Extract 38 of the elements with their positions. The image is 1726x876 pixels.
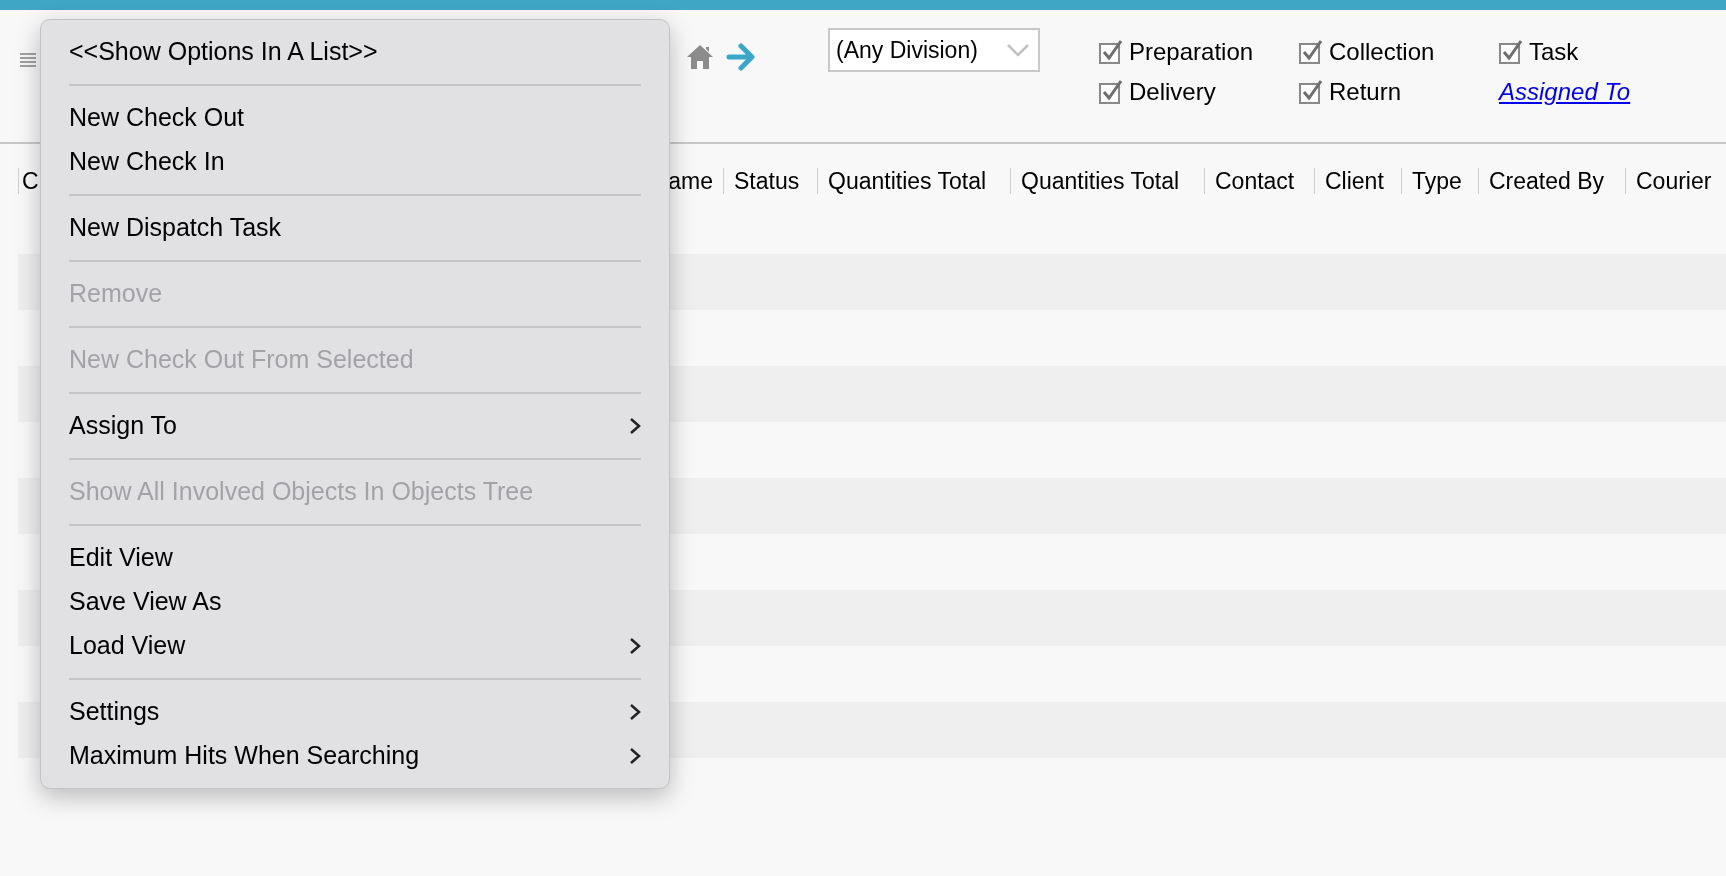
filter-label: Return <box>1329 77 1402 107</box>
menu-item[interactable]: Save View As <box>69 580 641 624</box>
filter-label: Delivery <box>1129 77 1216 107</box>
menu-item[interactable]: New Check In <box>69 140 641 184</box>
menu-item[interactable]: Edit View <box>69 536 641 580</box>
checkbox[interactable] <box>1099 80 1123 104</box>
menu-item[interactable]: <<Show Options In A List>> <box>69 30 641 74</box>
chevron-right-icon <box>629 703 641 721</box>
column-header[interactable]: Created By <box>1478 168 1625 194</box>
filter-label: Collection <box>1329 37 1435 67</box>
home-icon[interactable] <box>686 44 714 70</box>
column-header[interactable]: Courier <box>1625 168 1725 194</box>
menu-item[interactable]: New Dispatch Task <box>69 206 641 250</box>
column-header[interactable]: Quantities Total <box>817 168 1010 194</box>
menu-item[interactable]: Settings <box>69 690 641 734</box>
checkbox[interactable] <box>1299 80 1323 104</box>
filter-label: Preparation <box>1129 37 1254 67</box>
division-select[interactable]: (Any Division) <box>828 28 1040 72</box>
column-header[interactable]: Quantities Total <box>1010 168 1204 194</box>
chevron-right-icon <box>629 637 641 655</box>
menu-icon[interactable] <box>20 52 36 68</box>
chevron-right-icon <box>629 417 641 435</box>
menu-item[interactable]: New Check Out <box>69 96 641 140</box>
checkbox[interactable] <box>1299 40 1323 64</box>
column-header[interactable]: Contact <box>1204 168 1314 194</box>
chevron-right-icon <box>629 747 641 765</box>
menu-item[interactable]: Assign To <box>69 404 641 448</box>
checkbox[interactable] <box>1099 40 1123 64</box>
menu-item[interactable]: Maximum Hits When Searching <box>69 734 641 778</box>
filter-label: Task <box>1529 37 1579 67</box>
menu-item[interactable]: Load View <box>69 624 641 668</box>
checkbox[interactable] <box>1499 40 1523 64</box>
column-header[interactable]: Type <box>1401 168 1478 194</box>
chevron-down-icon <box>1006 43 1030 57</box>
column-header[interactable]: Status <box>723 168 817 194</box>
column-header[interactable]: Client <box>1314 168 1401 194</box>
arrow-right-icon[interactable] <box>726 43 756 71</box>
assigned-to-link[interactable]: Assigned To <box>1499 74 1631 110</box>
